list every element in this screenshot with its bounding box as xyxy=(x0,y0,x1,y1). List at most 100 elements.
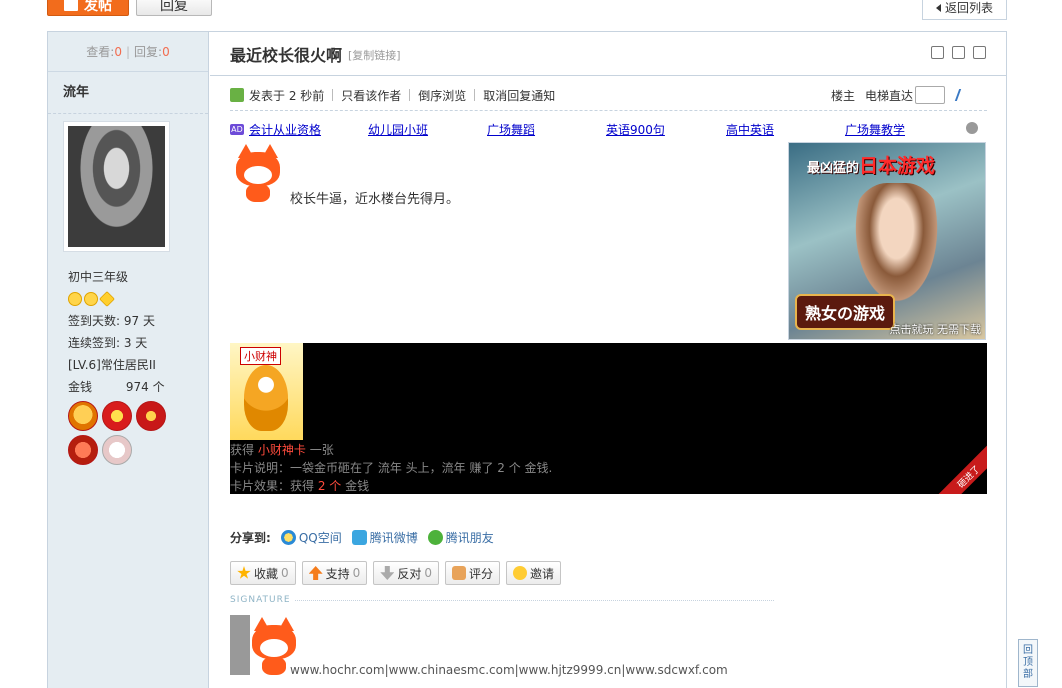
favorite-button[interactable]: 收藏 0 xyxy=(230,561,296,585)
rank-icons xyxy=(68,288,165,310)
thread-title: 最近校长很火啊 xyxy=(230,45,343,65)
share-qzone[interactable]: QQ空间 xyxy=(280,529,342,546)
game-ad-banner[interactable]: 最凶猛的日本游戏 熟女の游戏 点击就玩 无需下载 xyxy=(788,142,986,340)
back-to-top-char: 回 xyxy=(1023,645,1033,656)
author-name[interactable]: 流年 xyxy=(48,72,208,114)
good-post-medal-icon[interactable] xyxy=(102,435,132,465)
ad-links: AD 会计从业资格 幼儿园小班 广场舞蹈 英语900句 高中英语 广场舞教学 xyxy=(230,120,980,138)
thread-stats: 查看: 0 | 回复: 0 xyxy=(48,32,208,72)
post-body-text: 校长牛逼，近水楼台先得月。 xyxy=(290,192,460,207)
signature-bar xyxy=(230,615,250,675)
invite-icon xyxy=(512,566,527,580)
reply-button[interactable]: 回复 xyxy=(136,0,212,16)
card-line-1-post: 一张 xyxy=(309,443,334,457)
card-text: 获得 小财神卡 一张 卡片说明：一袋金币砸在了 流年 头上，流年 赚了 2 个 … xyxy=(230,441,552,494)
card-line-3: 卡片效果：获得 2 个 金钱 xyxy=(230,477,552,494)
ad-link[interactable]: 广场舞教学 xyxy=(845,121,905,138)
floor-tools: 楼主 电梯直达 xyxy=(831,86,970,104)
card-line-1-pre: 获得 xyxy=(230,443,255,457)
online-user-icon xyxy=(230,88,244,102)
invite-button[interactable]: 邀请 xyxy=(505,561,561,585)
reverse-order-link[interactable]: 倒序浏览 xyxy=(418,87,466,104)
top-poster-medal-icon[interactable] xyxy=(136,401,166,431)
meta-divider xyxy=(332,89,334,101)
jump-floor-input[interactable] xyxy=(915,86,945,104)
ad-subtitle: 熟女の游戏 xyxy=(795,294,896,330)
card-ribbon: 砸进了 xyxy=(937,445,987,494)
copy-link[interactable]: [复制链接] xyxy=(348,47,401,63)
card-description: 卡片说明：一袋金币砸在了 流年 头上，流年 赚了 2 个 金钱. xyxy=(230,461,553,475)
smiley-icon xyxy=(84,292,98,306)
share-tencent-friends[interactable]: 腾讯朋友 xyxy=(427,529,494,546)
ad-link[interactable]: 英语900句 xyxy=(606,121,726,138)
views-label: 查看: xyxy=(86,45,115,59)
card-tag: 小财神 xyxy=(240,347,281,365)
thumb-up-icon xyxy=(308,566,323,580)
oppose-button[interactable]: 反对 0 xyxy=(373,561,439,585)
money-value: 974 个 xyxy=(125,380,165,394)
jump-go-icon[interactable] xyxy=(954,89,970,101)
back-to-top-button[interactable]: 回 顶 部 xyxy=(1018,639,1038,687)
checkin-days: 签到天数: 97 天 xyxy=(68,314,155,328)
medals xyxy=(68,401,178,465)
post-frame: 查看: 0 | 回复: 0 流年 初中三年级 签到天数: 97 天 连续签到: … xyxy=(47,31,1007,688)
post-button-label: 发帖 xyxy=(84,0,112,14)
invite-label: 邀请 xyxy=(529,566,554,581)
user-level: [LV.6]常住居民II xyxy=(68,358,156,372)
star-icon xyxy=(237,566,251,579)
only-author-link[interactable]: 只看该作者 xyxy=(341,87,401,104)
cancel-notify-link[interactable]: 取消回复通知 xyxy=(483,87,555,104)
ad-link[interactable]: 广场舞蹈 xyxy=(487,121,606,138)
post-button[interactable]: 发帖 xyxy=(47,0,129,16)
card-name: 小财神卡 xyxy=(257,443,306,457)
support-count: 0 xyxy=(352,566,361,580)
left-arrow-icon xyxy=(935,3,941,12)
ad-badge-icon: AD xyxy=(230,123,244,135)
fortune-god-icon xyxy=(244,365,288,431)
prev-thread-icon[interactable] xyxy=(952,46,965,59)
author-panel: 查看: 0 | 回复: 0 流年 初中三年级 签到天数: 97 天 连续签到: … xyxy=(48,32,209,688)
sofa-medal-icon[interactable] xyxy=(68,435,98,465)
print-icon[interactable] xyxy=(931,46,944,59)
favorite-count: 0 xyxy=(281,566,289,580)
ad-link[interactable]: 幼儿园小班 xyxy=(368,121,487,138)
back-to-top-char: 部 xyxy=(1023,669,1033,680)
tencent-weibo-icon xyxy=(351,530,367,545)
signature-text[interactable]: www.hochr.com|www.chinaesmc.com|www.hjtz… xyxy=(290,663,728,677)
stats-divider: | xyxy=(125,44,131,59)
avatar[interactable] xyxy=(63,121,170,252)
ad-headline-pre: 最凶猛的 xyxy=(807,161,860,176)
card-image: 小财神 xyxy=(230,343,303,440)
avatar-image xyxy=(68,126,165,247)
money-row: 金钱 974 个 xyxy=(68,376,165,398)
thread-titlebar: 最近校长很火啊 [复制链接] xyxy=(210,32,1006,76)
oppose-label: 反对 xyxy=(397,566,422,581)
meta-divider xyxy=(409,89,411,101)
post-content: 最近校长很火啊 [复制链接] 发表于 2 秒前 只看该作者 倒序浏览 取消回复通… xyxy=(210,32,1006,688)
paw-icon[interactable] xyxy=(966,122,978,134)
share-tencent-weibo[interactable]: 腾讯微博 xyxy=(351,529,418,546)
share-qzone-label: QQ空间 xyxy=(298,531,342,545)
rate-button[interactable]: 评分 xyxy=(444,561,500,585)
next-thread-icon[interactable] xyxy=(973,46,986,59)
back-to-list-button[interactable]: 返回列表 xyxy=(922,0,1007,20)
views-count: 0 xyxy=(114,44,122,59)
cool-medal-icon[interactable] xyxy=(68,401,98,431)
ad-link[interactable]: 高中英语 xyxy=(726,121,845,138)
back-to-top-char: 顶 xyxy=(1023,657,1033,668)
smiley-icon xyxy=(68,292,82,306)
ad-note: 点击就玩 无需下载 xyxy=(889,323,982,336)
clover-icon xyxy=(427,530,443,545)
signature-divider: SIGNATURE xyxy=(230,595,774,605)
magic-card: 小财神 获得 小财神卡 一张 卡片说明：一袋金币砸在了 流年 头上，流年 赚了 … xyxy=(230,343,987,494)
ad-link[interactable]: 会计从业资格 xyxy=(249,121,368,138)
money-label: 金钱 xyxy=(68,380,93,394)
support-button[interactable]: 支持 0 xyxy=(301,561,368,585)
user-grade[interactable]: 初中三年级 xyxy=(68,266,165,288)
loyalty-medal-icon[interactable] xyxy=(102,401,132,431)
oppose-count: 0 xyxy=(424,566,432,580)
reply-button-label: 回复 xyxy=(160,0,188,14)
ad-headline: 最凶猛的日本游戏 xyxy=(807,151,935,178)
rate-icon xyxy=(451,566,466,580)
post-actions: 收藏 0 支持 0 反对 0 评分 邀请 xyxy=(230,561,561,585)
